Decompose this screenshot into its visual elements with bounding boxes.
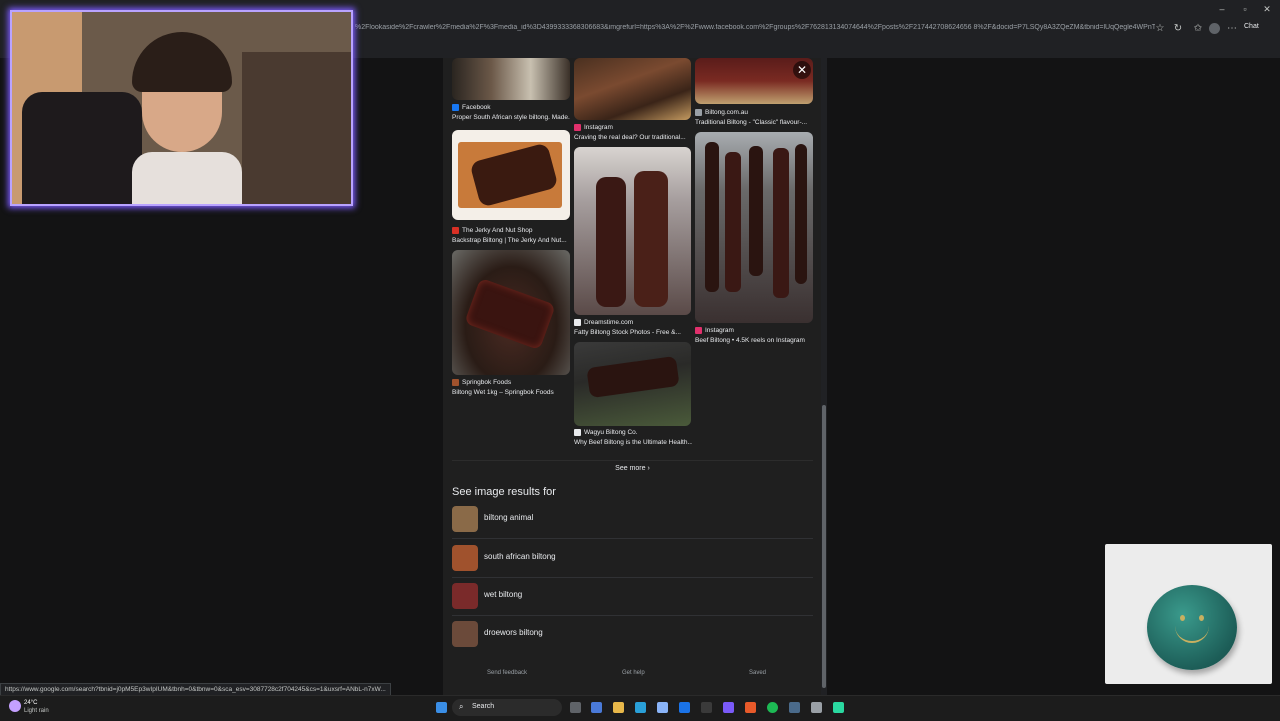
mail-icon[interactable] — [679, 702, 690, 713]
refresh-icon[interactable]: ↻ — [1172, 23, 1184, 35]
result-image-6[interactable] — [695, 132, 813, 323]
result-caption-2[interactable]: Craving the real deal? Our traditional..… — [574, 134, 692, 141]
send-feedback-link[interactable]: Send feedback — [487, 670, 527, 676]
result-source-1: Facebook — [452, 104, 491, 111]
related-label: south african biltong — [484, 552, 556, 561]
taskbar-search-label: Search — [472, 703, 495, 710]
related-thumb — [452, 506, 478, 532]
related-thumb — [452, 545, 478, 571]
scrollbar-thumb[interactable] — [822, 405, 826, 688]
result-source-6: Instagram — [695, 327, 734, 334]
taskbar-search[interactable] — [452, 699, 562, 716]
chevron-right-icon: › — [647, 465, 650, 472]
see-image-results-heading: See image results for — [452, 486, 556, 498]
star-icon[interactable]: ☆ — [1154, 23, 1166, 35]
saved-link[interactable]: Saved — [749, 670, 766, 676]
related-search-2[interactable]: south african biltong — [452, 539, 813, 578]
instagram-icon — [574, 124, 581, 131]
windows-start-icon[interactable] — [436, 702, 447, 713]
file-explorer-icon[interactable] — [613, 702, 624, 713]
result-image-5[interactable] — [574, 147, 691, 315]
edge-icon[interactable] — [635, 702, 646, 713]
result-source-3: Biltong.com.au — [695, 109, 748, 116]
instagram-icon — [695, 327, 702, 334]
result-image-8[interactable] — [574, 342, 691, 426]
weather-temp[interactable]: 24°C — [24, 700, 37, 706]
facebook-icon — [452, 104, 459, 111]
result-caption-7[interactable]: Biltong Wet 1kg – Springbok Foods — [452, 389, 570, 396]
biltong-site-icon — [695, 109, 702, 116]
see-more-button[interactable]: See more › — [452, 460, 813, 477]
result-image-4[interactable] — [452, 130, 570, 220]
app-icon[interactable] — [701, 702, 712, 713]
result-source-2: Instagram — [574, 124, 613, 131]
spotify-icon[interactable] — [767, 702, 778, 713]
see-more-label: See more — [615, 465, 646, 472]
store-icon[interactable] — [657, 702, 668, 713]
address-bar[interactable]: %2Flookaside%2Fcrawler%2Fmedia%2F%3Fmedi… — [355, 24, 1155, 38]
close-window-icon[interactable]: ✕ — [1260, 4, 1274, 16]
related-label: droewors biltong — [484, 628, 543, 637]
result-source-4: The Jerky And Nut Shop — [452, 227, 532, 234]
discord-icon[interactable] — [723, 702, 734, 713]
webcam-overlay — [10, 10, 353, 206]
settings-icon[interactable] — [811, 702, 822, 713]
result-image-7[interactable] — [452, 250, 570, 375]
result-caption-8[interactable]: Why Beef Biltong is the Ultimate Health.… — [574, 439, 692, 446]
steam-icon[interactable] — [789, 702, 800, 713]
result-image-1[interactable] — [452, 58, 570, 100]
weather-desc[interactable]: Light rain — [24, 708, 49, 714]
more-menu-icon[interactable]: ⋯ — [1226, 23, 1238, 35]
related-thumb — [452, 583, 478, 609]
search-icon: ⌕ — [459, 702, 464, 711]
result-caption-3[interactable]: Traditional Biltong - "Classic" flavour-… — [695, 119, 813, 126]
wagyu-icon — [574, 429, 581, 436]
profile-avatar[interactable] — [1209, 23, 1220, 34]
app-green-icon[interactable] — [833, 702, 844, 713]
copilot-icon[interactable] — [591, 702, 602, 713]
related-search-3[interactable]: wet biltong — [452, 577, 813, 616]
shop-icon — [452, 227, 459, 234]
related-label: biltong animal — [484, 513, 534, 522]
result-caption-5[interactable]: Fatty Biltong Stock Photos - Free &... — [574, 329, 692, 336]
close-icon[interactable]: ✕ — [793, 61, 811, 79]
favorites-icon[interactable]: ✩ — [1192, 23, 1204, 35]
result-caption-4[interactable]: Backstrap Biltong | The Jerky And Nut... — [452, 237, 570, 244]
browser-icon[interactable] — [745, 702, 756, 713]
related-thumb — [452, 621, 478, 647]
result-caption-1[interactable]: Proper South African style biltong. Made… — [452, 114, 570, 121]
chat-button[interactable]: Chat — [1244, 23, 1259, 30]
related-search-4[interactable]: droewors biltong — [452, 615, 813, 653]
related-search-1[interactable]: biltong animal — [452, 500, 813, 539]
related-label: wet biltong — [484, 590, 523, 599]
get-help-link[interactable]: Get help — [622, 670, 645, 676]
restore-icon[interactable]: ▫ — [1238, 4, 1252, 16]
result-source-7: Springbok Foods — [452, 379, 511, 386]
minimize-icon[interactable]: – — [1215, 4, 1229, 16]
result-source-5: Dreamstime.com — [574, 319, 633, 326]
smiley-badge-icon — [1147, 585, 1237, 670]
springbok-icon — [452, 379, 459, 386]
dreamstime-icon — [574, 319, 581, 326]
result-image-2[interactable] — [574, 58, 691, 120]
task-view-icon[interactable] — [570, 702, 581, 713]
result-caption-6[interactable]: Beef Biltong • 4.5K reels on Instagram — [695, 337, 813, 344]
weather-icon[interactable] — [9, 700, 21, 712]
result-source-8: Wagyu Biltong Co. — [574, 429, 638, 436]
